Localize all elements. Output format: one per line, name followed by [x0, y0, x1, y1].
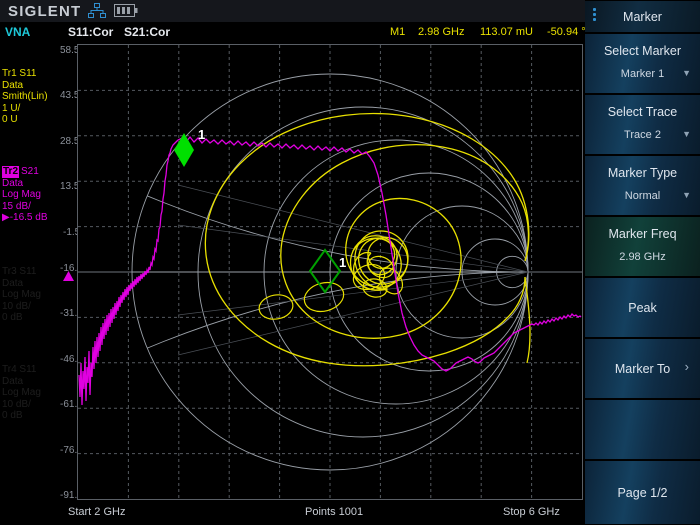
trace-tr2-ref-value: -16.5 dB: [10, 212, 48, 223]
trace-tr3-scale: 10 dB/: [2, 301, 58, 313]
vna-screen: SIGLENT VNA S11:Cor S21:Cor M1: [0, 0, 700, 525]
trace-tr4-title: Tr4 S11: [2, 364, 58, 376]
mode-label: VNA: [5, 25, 30, 39]
trace-tr1-title: Tr1 S11: [2, 68, 58, 80]
brand-logo: SIGLENT: [8, 3, 81, 20]
softkey-marker-to-label: Marker To: [585, 362, 700, 376]
trace-tr2-ref-marker-icon: ▶: [2, 212, 10, 223]
trace-tr4-format: Log Mag: [2, 387, 58, 399]
marker-readout-tr1-name: M1: [390, 26, 405, 38]
trace-tr1-ref: 0 U: [2, 114, 58, 126]
panel-title: Marker: [585, 10, 700, 24]
trace-tr4-scale: 10 dB/: [2, 399, 58, 411]
softkey-marker-type-label: Marker Type: [585, 166, 700, 180]
trace-info-tr1[interactable]: Tr1 S11 Data Smith(Lin) 1 U/ 0 U: [2, 68, 58, 126]
points-value: 1001: [339, 506, 363, 518]
stop-value: 6 GHz: [529, 506, 560, 518]
marker-readout-tr1-phase: -50.94 °: [547, 26, 586, 38]
softkey-select-marker[interactable]: Select Marker Marker 1 ▼: [585, 33, 700, 94]
marker-readout-tr1-mag: 113.07 mU: [480, 26, 533, 38]
softkey-marker-freq-label: Marker Freq: [585, 227, 700, 241]
trace-tr2-scale: 15 dB/: [2, 201, 58, 213]
plot-svg: 1 1: [78, 45, 582, 499]
softkey-panel: Marker Select Marker Marker 1 ▼ Select T…: [585, 0, 700, 525]
trace-tr1-scale: 1 U/: [2, 103, 58, 115]
softkey-page[interactable]: Page 1/2: [585, 460, 700, 525]
softkey-select-trace-label: Select Trace: [585, 105, 700, 119]
points-label: Points: [305, 506, 336, 518]
trace-tr4-param: S11: [19, 364, 36, 375]
panel-title-bar[interactable]: Marker: [585, 0, 700, 33]
trace-tr4-id: Tr4: [2, 364, 17, 375]
softkey-peak[interactable]: Peak: [585, 277, 700, 338]
softkey-marker-freq-value: 2.98 GHz: [585, 251, 700, 263]
trace-tr3-ref: 0 dB: [2, 312, 58, 324]
trace-info-tr4[interactable]: Tr4 S11 Data Log Mag 10 dB/ 0 dB: [2, 364, 58, 422]
chevron-down-icon[interactable]: ▼: [682, 190, 691, 200]
marker-1-tr1-label: 1: [339, 255, 346, 270]
points-setting[interactable]: Points 1001: [305, 506, 363, 518]
softkey-empty[interactable]: [585, 399, 700, 460]
trace-tr4-source: Data: [2, 376, 58, 388]
title-bar: SIGLENT: [0, 0, 585, 22]
trace-tr3-title: Tr3 S11: [2, 266, 58, 278]
trace-tr2-title: Tr2S21: [2, 166, 58, 178]
trace-tr3-param: S11: [19, 266, 36, 277]
marker-readout-tr1-freq: 2.98 GHz: [418, 26, 464, 38]
plot-area[interactable]: 1 1: [77, 44, 583, 500]
battery-icon: [114, 4, 138, 22]
marker-1-tr2-label: 1: [198, 127, 205, 142]
softkey-select-trace[interactable]: Select Trace Trace 2 ▼: [585, 94, 700, 155]
trace-tr2-param: S21: [21, 166, 39, 177]
tab-s21-cor[interactable]: S21:Cor: [124, 25, 170, 39]
trace-tr2-source: Data: [2, 178, 58, 190]
trace-tr3-source: Data: [2, 278, 58, 290]
trace-tr2-ref: ▶-16.5 dB: [2, 212, 58, 224]
trace-tr1-id: Tr1: [2, 68, 17, 79]
softkey-marker-freq[interactable]: Marker Freq 2.98 GHz: [585, 216, 700, 277]
trace-info-tr2[interactable]: Tr2S21 Data Log Mag 15 dB/ ▶-16.5 dB: [2, 166, 58, 224]
status-bar: Start 2 GHz Points 1001 Stop 6 GHz: [0, 502, 585, 525]
softkey-page-label: Page 1/2: [585, 486, 700, 500]
stop-label: Stop: [503, 506, 526, 518]
trace-tr1-param: S11: [19, 68, 36, 79]
stop-freq[interactable]: Stop 6 GHz: [503, 506, 560, 518]
trace-tr1-curve: [205, 114, 528, 366]
start-value: 2 GHz: [94, 506, 125, 518]
trace-tr3-id: Tr3: [2, 266, 17, 277]
trace-tr2-id: Tr2: [2, 166, 19, 178]
chevron-down-icon[interactable]: ▼: [682, 68, 691, 78]
softkey-select-marker-label: Select Marker: [585, 44, 700, 58]
chevron-down-icon[interactable]: ▼: [682, 129, 691, 139]
start-freq[interactable]: Start 2 GHz: [68, 506, 125, 518]
trace-tr4-ref: 0 dB: [2, 410, 58, 422]
trace-tr1-format: Smith(Lin): [2, 91, 58, 103]
trace-tr2-format: Log Mag: [2, 189, 58, 201]
chevron-right-icon[interactable]: ›: [685, 359, 689, 374]
softkey-marker-to[interactable]: Marker To ›: [585, 338, 700, 399]
softkey-peak-label: Peak: [585, 301, 700, 315]
softkey-marker-type[interactable]: Marker Type Normal ▼: [585, 155, 700, 216]
tab-s11-cor[interactable]: S11:Cor: [68, 25, 113, 39]
start-label: Start: [68, 506, 91, 518]
trace-tr3-format: Log Mag: [2, 289, 58, 301]
trace-info-tr3[interactable]: Tr3 S11 Data Log Mag 10 dB/ 0 dB: [2, 266, 58, 324]
trace-tr1-source: Data: [2, 80, 58, 92]
network-icon[interactable]: [88, 3, 106, 24]
